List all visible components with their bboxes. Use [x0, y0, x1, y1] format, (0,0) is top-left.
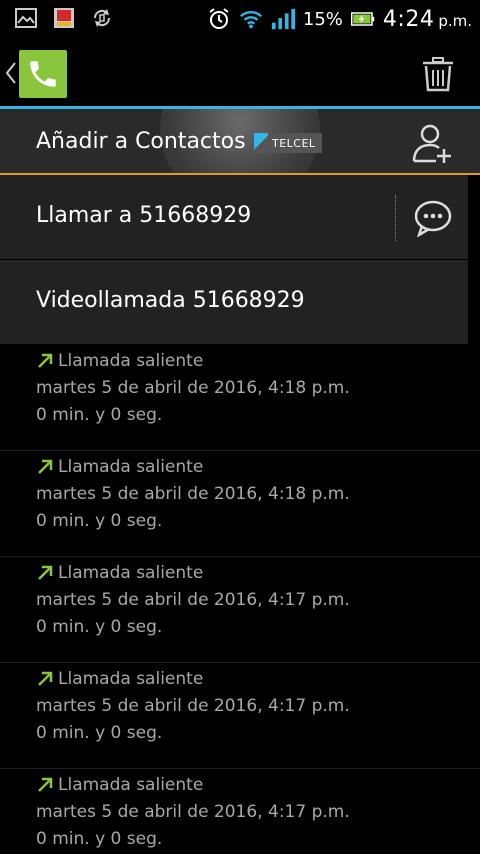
call-log-item: Llamada saliente martes 5 de abril de 20… [0, 769, 480, 854]
status-bar: 15% 4:24 p.m. [0, 0, 480, 38]
call-type-label: Llamada saliente [58, 563, 204, 583]
battery-percent: 15% [302, 8, 343, 30]
outgoing-call-icon [38, 565, 53, 580]
call-number-row[interactable]: Llamar a 51668929 [0, 175, 468, 259]
notification-icons [14, 6, 114, 30]
row-divider [395, 195, 396, 241]
call-log-item: Llamada saliente martes 5 de abril de 20… [0, 663, 480, 769]
call-type-label: Llamada saliente [58, 669, 204, 689]
battery-charging-icon [350, 7, 375, 31]
video-call-row[interactable]: Videollamada 51668929 [0, 260, 468, 344]
system-indicators: 15% 4:24 p.m. [207, 4, 472, 34]
call-log-item: Llamada saliente martes 5 de abril de 20… [0, 451, 480, 557]
delete-button[interactable] [418, 54, 458, 94]
call-date: martes 5 de abril de 2016, 4:17 p.m. [36, 802, 350, 822]
call-type-label: Llamada saliente [58, 351, 204, 371]
signal-icon [271, 7, 295, 31]
call-duration: 0 min. y 0 seg. [36, 405, 163, 425]
video-call-label: Videollamada 51668929 [36, 288, 305, 313]
call-type-label: Llamada saliente [58, 775, 204, 795]
carrier-badge: TELCEL [254, 133, 322, 153]
outgoing-call-icon [38, 671, 53, 686]
add-person-icon [412, 124, 451, 163]
outgoing-call-icon [38, 459, 53, 474]
carrier-label: TELCEL [272, 136, 316, 150]
call-date: martes 5 de abril de 2016, 4:18 p.m. [36, 484, 350, 504]
call-type-label: Llamada saliente [58, 457, 204, 477]
back-chevron-icon[interactable] [4, 60, 18, 86]
outgoing-call-icon [38, 353, 53, 368]
trash-icon [423, 57, 453, 92]
clock: 4:24 p.m. [382, 6, 472, 32]
gallery-icon [14, 6, 38, 30]
call-number-label: Llamar a 51668929 [36, 203, 252, 228]
action-bar [0, 38, 480, 108]
send-message-button[interactable] [410, 195, 456, 241]
call-date: martes 5 de abril de 2016, 4:18 p.m. [36, 378, 350, 398]
call-duration: 0 min. y 0 seg. [36, 511, 163, 531]
add-contact-button[interactable] [408, 119, 456, 167]
phone-app-icon[interactable] [19, 50, 67, 98]
call-log-item: Llamada saliente martes 5 de abril de 20… [0, 557, 480, 663]
carrier-flag-icon [254, 133, 268, 153]
outgoing-call-icon [38, 777, 53, 792]
call-duration: 0 min. y 0 seg. [36, 723, 163, 743]
message-icon [414, 200, 452, 237]
sync-icon [90, 6, 114, 30]
call-date: martes 5 de abril de 2016, 4:17 p.m. [36, 696, 350, 716]
add-to-contacts-row[interactable]: Añadir a Contactos TELCEL [0, 109, 480, 174]
call-duration: 0 min. y 0 seg. [36, 829, 163, 849]
wifi-icon [239, 7, 263, 31]
store-app-icon [52, 6, 76, 30]
call-log-item: Llamada saliente martes 5 de abril de 20… [0, 345, 480, 451]
alarm-icon [207, 7, 231, 31]
call-date: martes 5 de abril de 2016, 4:17 p.m. [36, 590, 350, 610]
call-duration: 0 min. y 0 seg. [36, 617, 163, 637]
add-to-contacts-label: Añadir a Contactos [36, 129, 246, 154]
